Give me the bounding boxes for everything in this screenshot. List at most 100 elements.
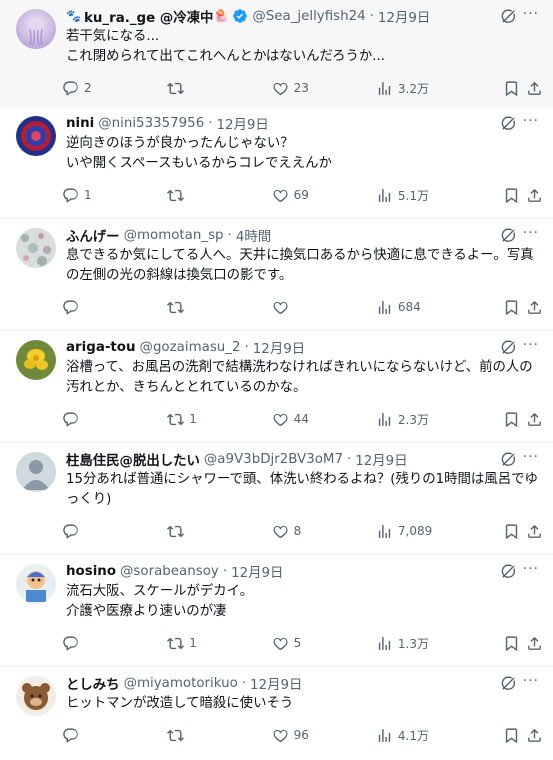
author-name[interactable]: としみち bbox=[66, 673, 120, 693]
like-button[interactable]: 8 bbox=[272, 523, 376, 540]
reply-button[interactable] bbox=[62, 411, 167, 428]
views-button[interactable]: 7,089 bbox=[376, 523, 503, 540]
retweet-button[interactable] bbox=[167, 299, 271, 316]
action-bar: 684 bbox=[63, 286, 543, 328]
like-button[interactable]: 23 bbox=[272, 80, 376, 97]
views-button[interactable]: 2.3万 bbox=[376, 411, 503, 428]
tweet[interactable]: 🐾 ku_ra._ge @冷凍中 🪼 @Sea_jellyfish24 · 12… bbox=[0, 0, 553, 107]
views-button[interactable]: 4.1万 bbox=[376, 727, 503, 744]
reply-button[interactable] bbox=[62, 299, 167, 316]
more-options-icon[interactable]: ··· bbox=[523, 561, 539, 577]
separator-dot: · bbox=[369, 8, 374, 24]
grok-icon[interactable] bbox=[500, 451, 517, 468]
like-button[interactable]: 69 bbox=[272, 187, 376, 204]
tweet-text: 浴槽って、お風呂の洗剤で結構洗わなければきれいにならないけど、前の人の汚れとか、… bbox=[66, 360, 533, 395]
more-options-icon[interactable]: ··· bbox=[523, 337, 539, 353]
bookmark-icon bbox=[505, 411, 517, 427]
author-name[interactable]: ku_ra._ge @冷凍中 bbox=[84, 6, 213, 26]
share-button[interactable] bbox=[526, 80, 543, 97]
reply-button[interactable]: 2 bbox=[62, 80, 167, 97]
bookmark-icon bbox=[505, 635, 517, 651]
tweet[interactable]: としみち @miyamotorikuo · 12月9日 ヒットマンが改造して暗殺… bbox=[0, 667, 553, 760]
share-button[interactable] bbox=[526, 299, 543, 316]
views-button[interactable]: 684 bbox=[376, 299, 503, 316]
retweet-count: 1 bbox=[189, 636, 197, 650]
author-handle[interactable]: @miyamotorikuo bbox=[124, 676, 238, 691]
retweet-button[interactable] bbox=[167, 727, 271, 744]
timestamp[interactable]: 12月9日 bbox=[250, 673, 302, 693]
avatar[interactable] bbox=[16, 116, 56, 156]
like-button[interactable] bbox=[272, 299, 376, 316]
avatar[interactable] bbox=[16, 9, 56, 49]
reply-button[interactable] bbox=[62, 523, 167, 540]
share-button[interactable] bbox=[526, 187, 543, 204]
author-name[interactable]: hosino bbox=[66, 564, 116, 579]
like-button[interactable]: 5 bbox=[272, 635, 376, 652]
avatar[interactable] bbox=[16, 564, 56, 604]
heart-icon bbox=[273, 637, 288, 650]
timestamp[interactable]: 12月9日 bbox=[216, 113, 268, 133]
grok-icon[interactable] bbox=[500, 339, 517, 356]
bookmark-button[interactable] bbox=[503, 299, 526, 316]
bookmark-button[interactable] bbox=[503, 80, 526, 97]
avatar[interactable] bbox=[16, 228, 56, 268]
reply-button[interactable] bbox=[62, 635, 167, 652]
avatar[interactable] bbox=[16, 340, 56, 380]
author-handle[interactable]: @a9V3bDjr2BV3oM7 bbox=[204, 452, 343, 467]
grok-icon[interactable] bbox=[500, 115, 517, 132]
retweet-button[interactable] bbox=[167, 187, 271, 204]
like-button[interactable]: 96 bbox=[272, 727, 376, 744]
tweet[interactable]: ariga-tou @gozaimasu_2 · 12月9日 浴槽って、お風呂の… bbox=[0, 331, 553, 443]
author-name[interactable]: ふんげー bbox=[66, 225, 120, 245]
author-handle[interactable]: @momotan_sp bbox=[124, 228, 224, 243]
share-button[interactable] bbox=[526, 523, 543, 540]
more-options-icon[interactable]: ··· bbox=[523, 113, 539, 129]
author-name[interactable]: 柱島住民@脱出したい bbox=[66, 449, 200, 469]
share-button[interactable] bbox=[526, 411, 543, 428]
reply-button[interactable] bbox=[62, 727, 167, 744]
timestamp[interactable]: 12月9日 bbox=[253, 337, 305, 357]
author-name[interactable]: nini bbox=[66, 116, 94, 131]
timestamp[interactable]: 12月9日 bbox=[378, 6, 430, 26]
tweet[interactable]: ふんげー @momotan_sp · 4時間 息できるか気にしてる人へ。天井に換… bbox=[0, 219, 553, 331]
tweet[interactable]: hosino @sorabeansoy · 12月9日 流石大阪、スケールがデカ… bbox=[0, 555, 553, 667]
grok-icon[interactable] bbox=[500, 8, 517, 25]
retweet-icon bbox=[167, 729, 185, 741]
reply-button[interactable]: 1 bbox=[62, 187, 167, 204]
retweet-button[interactable] bbox=[167, 80, 271, 97]
bookmark-button[interactable] bbox=[503, 523, 526, 540]
retweet-button[interactable] bbox=[167, 523, 271, 540]
bookmark-button[interactable] bbox=[503, 727, 526, 744]
more-options-icon[interactable]: ··· bbox=[523, 225, 539, 241]
author-handle[interactable]: @sorabeansoy bbox=[120, 564, 219, 579]
bookmark-icon bbox=[505, 299, 517, 315]
share-button[interactable] bbox=[526, 635, 543, 652]
more-options-icon[interactable]: ··· bbox=[523, 449, 539, 465]
views-button[interactable]: 1.3万 bbox=[376, 635, 503, 652]
bookmark-button[interactable] bbox=[503, 411, 526, 428]
views-button[interactable]: 5.1万 bbox=[376, 187, 503, 204]
author-name[interactable]: ariga-tou bbox=[66, 340, 136, 355]
grok-icon[interactable] bbox=[500, 227, 517, 244]
avatar[interactable] bbox=[16, 676, 56, 716]
author-handle[interactable]: @nini53357956 bbox=[98, 116, 204, 131]
retweet-button[interactable]: 1 bbox=[167, 635, 271, 652]
timestamp[interactable]: 12月9日 bbox=[355, 449, 407, 469]
more-options-icon[interactable]: ··· bbox=[523, 6, 539, 22]
avatar[interactable] bbox=[16, 452, 56, 492]
timestamp[interactable]: 12月9日 bbox=[231, 561, 283, 581]
retweet-button[interactable]: 1 bbox=[167, 411, 271, 428]
tweet[interactable]: 柱島住民@脱出したい @a9V3bDjr2BV3oM7 · 12月9日 15分あ… bbox=[0, 443, 553, 555]
tweet[interactable]: nini @nini53357956 · 12月9日 逆向きのほうが良かったんじ… bbox=[0, 107, 553, 219]
bookmark-button[interactable] bbox=[503, 187, 526, 204]
author-handle[interactable]: @Sea_jellyfish24 bbox=[252, 9, 365, 24]
like-button[interactable]: 44 bbox=[272, 411, 376, 428]
grok-icon[interactable] bbox=[500, 563, 517, 580]
views-button[interactable]: 3.2万 bbox=[376, 80, 503, 97]
share-button[interactable] bbox=[526, 727, 543, 744]
bookmark-button[interactable] bbox=[503, 635, 526, 652]
author-handle[interactable]: @gozaimasu_2 bbox=[140, 340, 241, 355]
timestamp[interactable]: 4時間 bbox=[236, 225, 271, 245]
grok-icon[interactable] bbox=[500, 675, 517, 692]
more-options-icon[interactable]: ··· bbox=[523, 673, 539, 689]
